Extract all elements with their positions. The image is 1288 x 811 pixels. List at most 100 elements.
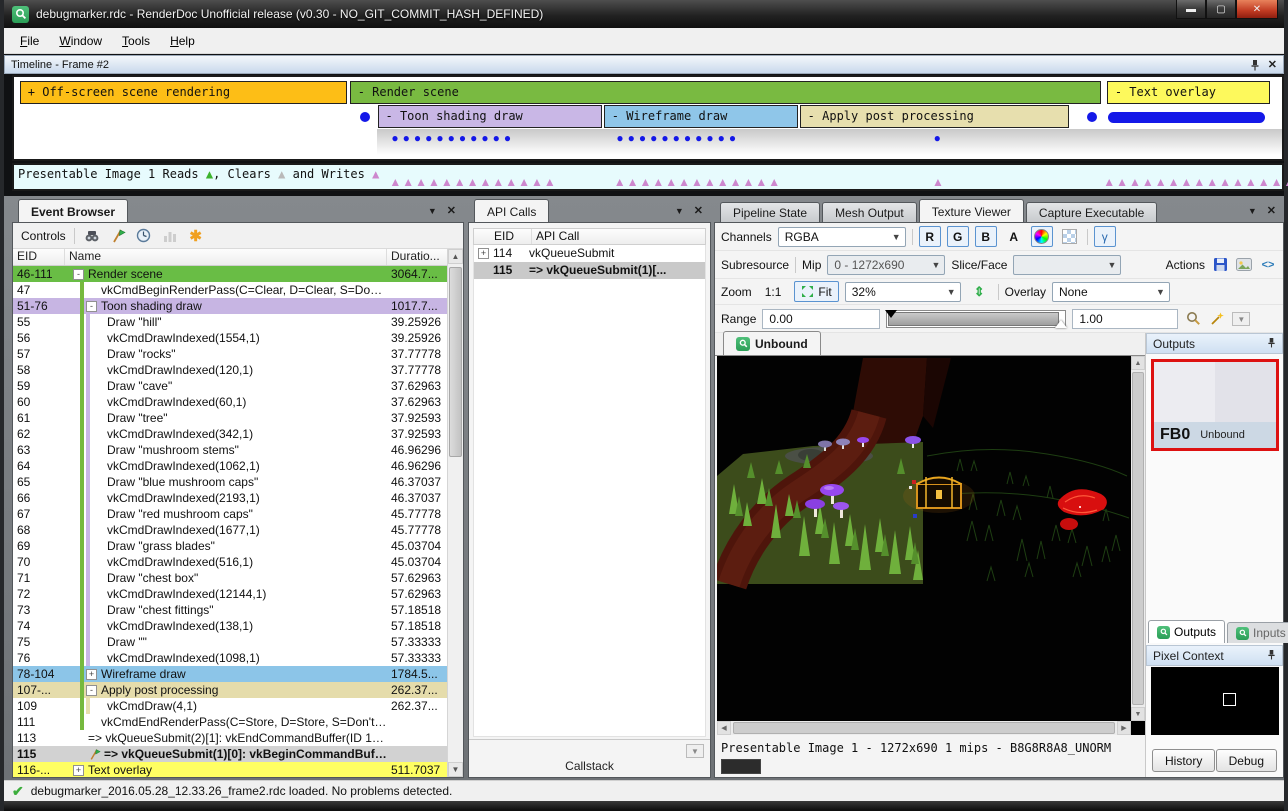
tree-expander[interactable] [92, 637, 103, 648]
table-row[interactable]: 76 vkCmdDrawIndexed(1098,1) 57.33333 [13, 650, 447, 666]
range-slider[interactable] [886, 310, 1066, 328]
table-row[interactable]: 58 vkCmdDrawIndexed(120,1) 37.77778 [13, 362, 447, 378]
save-image-icon[interactable] [1235, 256, 1253, 274]
scroll-left-icon[interactable]: ◀ [717, 721, 731, 735]
table-row[interactable]: 113 => vkQueueSubmit(2)[1]: vkEndCommand… [13, 730, 447, 746]
range-max-field[interactable]: 1.00 [1072, 309, 1178, 329]
scroll-right-icon[interactable]: ▶ [1117, 721, 1131, 735]
table-row[interactable]: 72 vkCmdDrawIndexed(12144,1) 57.62963 [13, 586, 447, 602]
find-event-icon[interactable] [83, 227, 101, 245]
tree-expander[interactable] [92, 653, 103, 664]
right-panel-tab[interactable]: Mesh Output [822, 202, 917, 223]
table-row[interactable]: 67 Draw "red mushroom caps" 45.77778 [13, 506, 447, 522]
bookmark-asterisk-icon[interactable]: ✱ [187, 227, 205, 245]
usage-triangles[interactable]: ▲▲▲▲▲▲▲▲▲▲▲▲▲ [389, 176, 556, 189]
tree-expander[interactable] [92, 317, 103, 328]
table-row[interactable]: 69 Draw "grass blades" 45.03704 [13, 538, 447, 554]
usage-triangles[interactable]: ▲▲▲▲▲▲▲▲▲▲▲▲▲▲▲▲▲ [1103, 176, 1288, 189]
menu-item[interactable]: File [10, 30, 49, 52]
pin-icon[interactable] [1250, 59, 1260, 71]
tree-expander[interactable]: + [73, 765, 84, 776]
goto-eid-flag-icon[interactable] [109, 227, 127, 245]
table-row[interactable]: 66 vkCmdDrawIndexed(2193,1) 46.37037 [13, 490, 447, 506]
tree-expander[interactable] [73, 749, 84, 760]
table-row[interactable]: 111 vkCmdEndRenderPass(C=Store, D=Store,… [13, 714, 447, 730]
tab-api-calls[interactable]: API Calls [474, 199, 549, 223]
scrollbar-thumb[interactable] [733, 722, 1115, 734]
close-icon[interactable]: ✕ [1267, 204, 1276, 217]
tree-expander[interactable] [92, 349, 103, 360]
scroll-down-icon[interactable]: ▼ [1131, 707, 1145, 721]
tree-expander[interactable] [92, 493, 103, 504]
usage-triangles[interactable]: ▲ [932, 176, 945, 189]
table-row[interactable]: 71 Draw "chest box" 57.62963 [13, 570, 447, 586]
chevron-down-icon[interactable]: ▼ [675, 206, 684, 216]
blue-channel-button[interactable]: B [975, 226, 997, 247]
close-icon[interactable]: ✕ [1268, 58, 1277, 71]
tree-expander[interactable] [92, 461, 103, 472]
scrollbar-thumb[interactable] [449, 267, 462, 457]
autofit-wand-icon[interactable] [1208, 310, 1226, 328]
tree-expander[interactable] [92, 381, 103, 392]
sliceface-combo[interactable]: ▼ [1013, 255, 1121, 275]
minimize-button[interactable]: ▬ [1176, 0, 1206, 19]
maximize-button[interactable]: ▢ [1206, 0, 1236, 19]
table-row[interactable]: 55 Draw "hill" 39.25926 [13, 314, 447, 330]
alpha-channel-button[interactable]: A [1003, 226, 1025, 247]
timeline-marker-bar[interactable]: - Render scene [350, 81, 1101, 104]
texture-horizontal-scrollbar[interactable]: ◀ ▶ [717, 721, 1131, 735]
tree-expander[interactable] [92, 541, 103, 552]
tree-expander[interactable]: - [86, 685, 97, 696]
table-row[interactable]: 73 Draw "chest fittings" 57.18518 [13, 602, 447, 618]
menu-item[interactable]: Tools [112, 30, 160, 52]
tree-expander[interactable] [92, 445, 103, 456]
menu-item[interactable]: Window [49, 30, 112, 52]
sidebar-tab[interactable]: Outputs [1148, 620, 1225, 643]
scrollbar-thumb[interactable] [1132, 372, 1144, 705]
sidebar-tab[interactable]: Inputs [1227, 622, 1288, 643]
table-row[interactable]: 115 => vkQueueSubmit(1)[0]: vkBeginComma… [13, 746, 447, 762]
table-row[interactable]: 56 vkCmdDrawIndexed(1554,1) 39.25926 [13, 330, 447, 346]
flip-y-button[interactable]: ⇕ [967, 281, 992, 302]
close-button[interactable]: ✕ [1236, 0, 1278, 19]
table-row[interactable]: 64 vkCmdDrawIndexed(1062,1) 46.96296 [13, 458, 447, 474]
right-panel-tab[interactable]: Texture Viewer [919, 199, 1024, 223]
texture-vertical-scrollbar[interactable]: ▲ ▼ [1131, 356, 1145, 721]
timeline-marker-bar[interactable] [1108, 112, 1265, 123]
tree-expander[interactable] [86, 285, 97, 296]
tree-expander[interactable]: - [86, 301, 97, 312]
tree-expander[interactable]: + [86, 669, 97, 680]
timeline-draw-dots[interactable]: ● [934, 131, 945, 145]
range-slider-thumb[interactable] [888, 312, 1059, 326]
usage-triangles[interactable]: ▲▲▲▲▲▲▲▲▲▲▲▲▲ [614, 176, 781, 189]
tab-unbound[interactable]: Unbound [723, 331, 821, 355]
zoom-fit-button[interactable]: Fit [794, 281, 838, 302]
close-icon[interactable]: ✕ [447, 204, 456, 217]
channels-combo[interactable]: RGBA▼ [778, 227, 906, 247]
table-row[interactable]: 65 Draw "blue mushroom caps" 46.37037 [13, 474, 447, 490]
green-channel-button[interactable]: G [947, 226, 969, 247]
pixel-context-view[interactable] [1151, 667, 1279, 735]
overlay-combo[interactable]: None▼ [1052, 282, 1170, 302]
debug-button[interactable]: Debug [1216, 749, 1277, 772]
tree-expander[interactable] [92, 621, 103, 632]
scroll-up-icon[interactable]: ▲ [1131, 356, 1145, 370]
tree-expander[interactable] [92, 525, 103, 536]
tree-expander[interactable] [92, 477, 103, 488]
event-browser-scrollbar[interactable]: ▲ ▼ [447, 249, 463, 777]
range-options-combo[interactable]: ▼ [1232, 312, 1250, 326]
tree-expander[interactable] [478, 265, 489, 276]
tree-expander[interactable] [92, 605, 103, 616]
table-row[interactable]: 70 vkCmdDrawIndexed(516,1) 45.03704 [13, 554, 447, 570]
tab-event-browser[interactable]: Event Browser [18, 199, 128, 223]
range-white-marker[interactable] [1055, 320, 1067, 328]
texture-image[interactable] [717, 356, 1131, 721]
time-events-clock-icon[interactable] [135, 227, 153, 245]
callstack-combo[interactable]: ▼ [686, 744, 704, 758]
table-row[interactable]: 116-... + Text overlay 511.7037 [13, 762, 447, 777]
timeline-marker-bar[interactable]: - Wireframe draw [604, 105, 799, 128]
timeline-draw-dots[interactable]: ●●●●●●●●●●● [391, 131, 515, 145]
table-row[interactable]: 62 vkCmdDrawIndexed(342,1) 37.92593 [13, 426, 447, 442]
pin-icon[interactable] [1267, 337, 1276, 348]
table-row[interactable]: 61 Draw "tree" 37.92593 [13, 410, 447, 426]
